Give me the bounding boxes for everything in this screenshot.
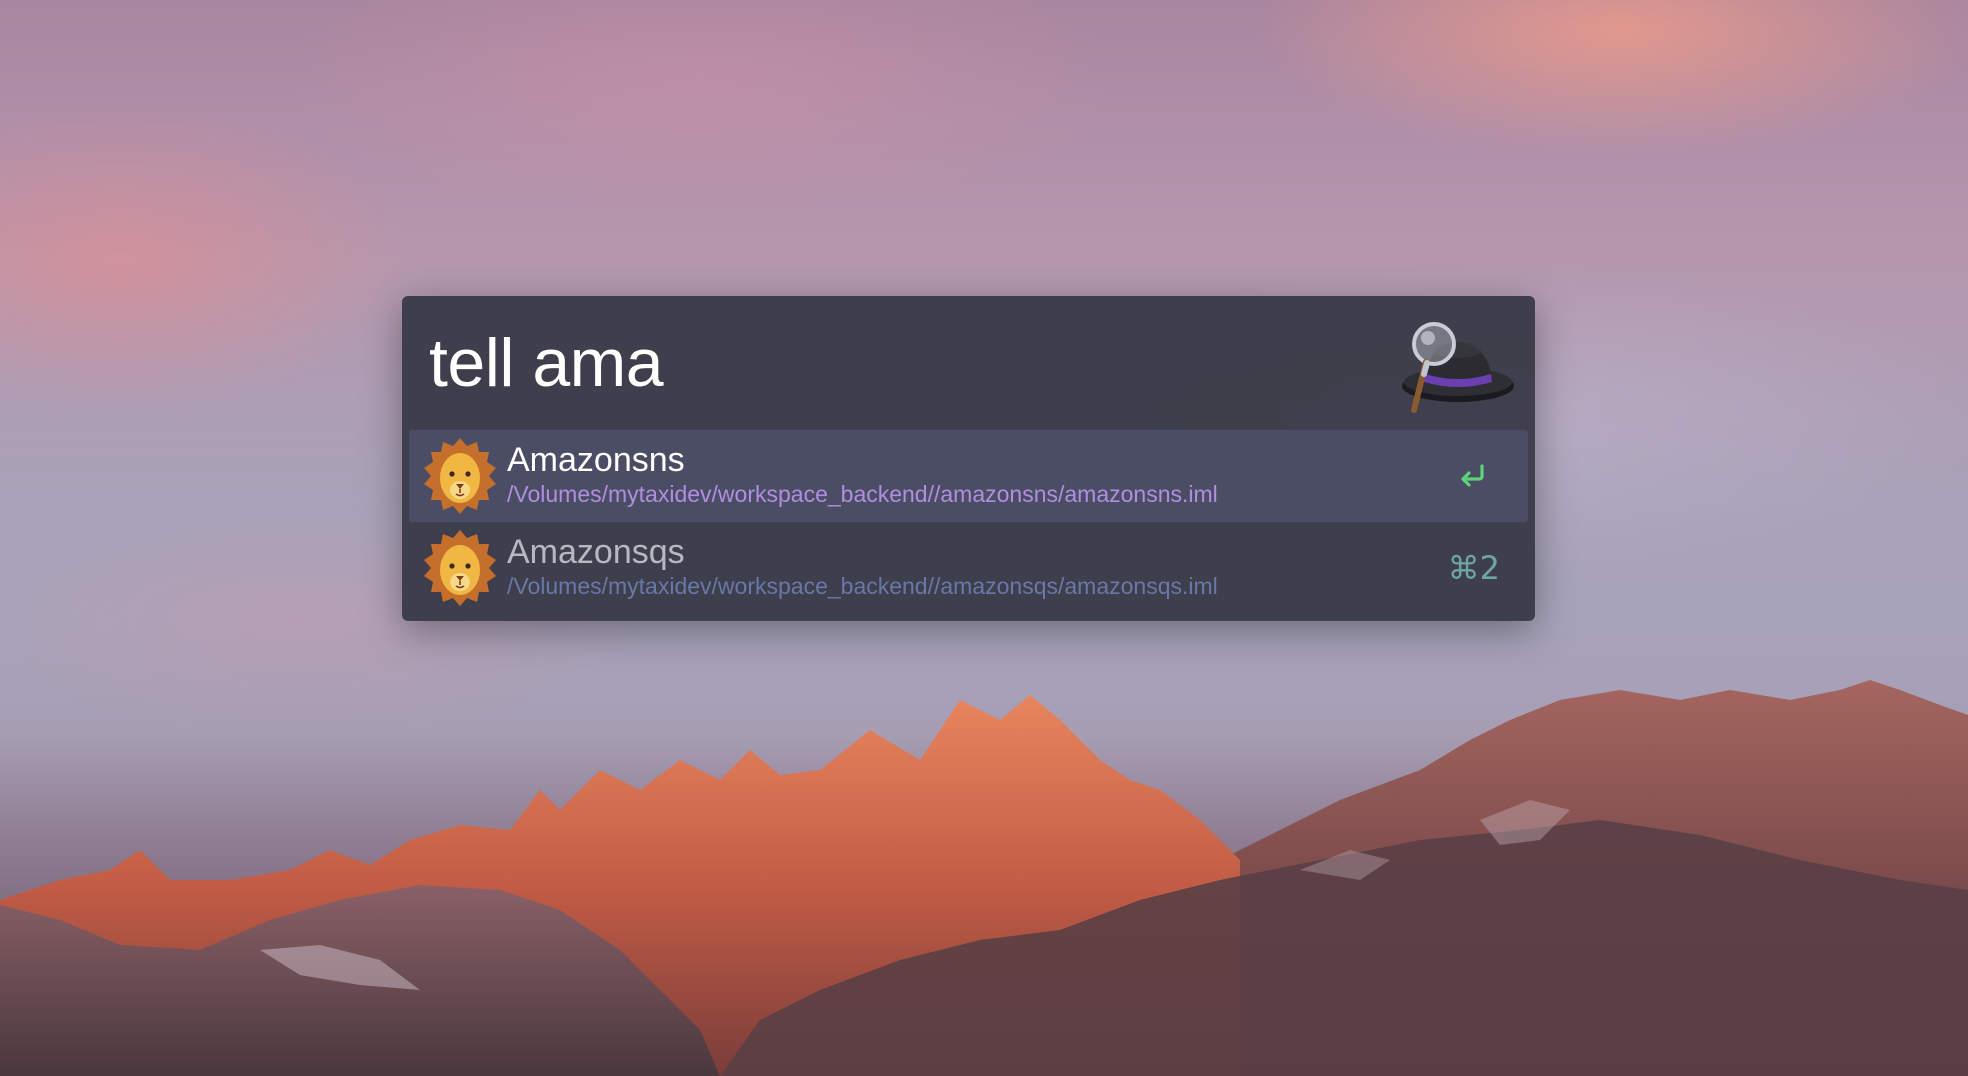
results-list: Amazonsns /Volumes/mytaxidev/workspace_b…	[409, 430, 1528, 614]
result-item-amazonsns[interactable]: Amazonsns /Volumes/mytaxidev/workspace_b…	[409, 430, 1528, 522]
search-input[interactable]: tell ama	[429, 324, 664, 402]
result-title: Amazonsns	[507, 441, 685, 479]
result-subtitle: /Volumes/mytaxidev/workspace_backend//am…	[507, 481, 1218, 507]
lion-icon	[424, 530, 496, 606]
return-key-icon	[1461, 464, 1484, 487]
lion-icon	[424, 438, 496, 514]
result-title: Amazonsqs	[507, 533, 685, 571]
result-shortcut: ⌘2	[1447, 549, 1500, 587]
result-subtitle: /Volumes/mytaxidev/workspace_backend//am…	[507, 573, 1218, 599]
search-row: tell ama	[402, 296, 1535, 430]
alfred-window: tell ama Amazonsns /Volumes/mytaxidev/wo…	[402, 296, 1535, 621]
desktop-wallpaper: tell ama Amazonsns /Volumes/mytaxidev/wo…	[0, 0, 1968, 1076]
result-item-amazonsqs[interactable]: Amazonsqs /Volumes/mytaxidev/workspace_b…	[409, 522, 1528, 614]
alfred-hat-magnifier-icon	[1402, 322, 1514, 413]
